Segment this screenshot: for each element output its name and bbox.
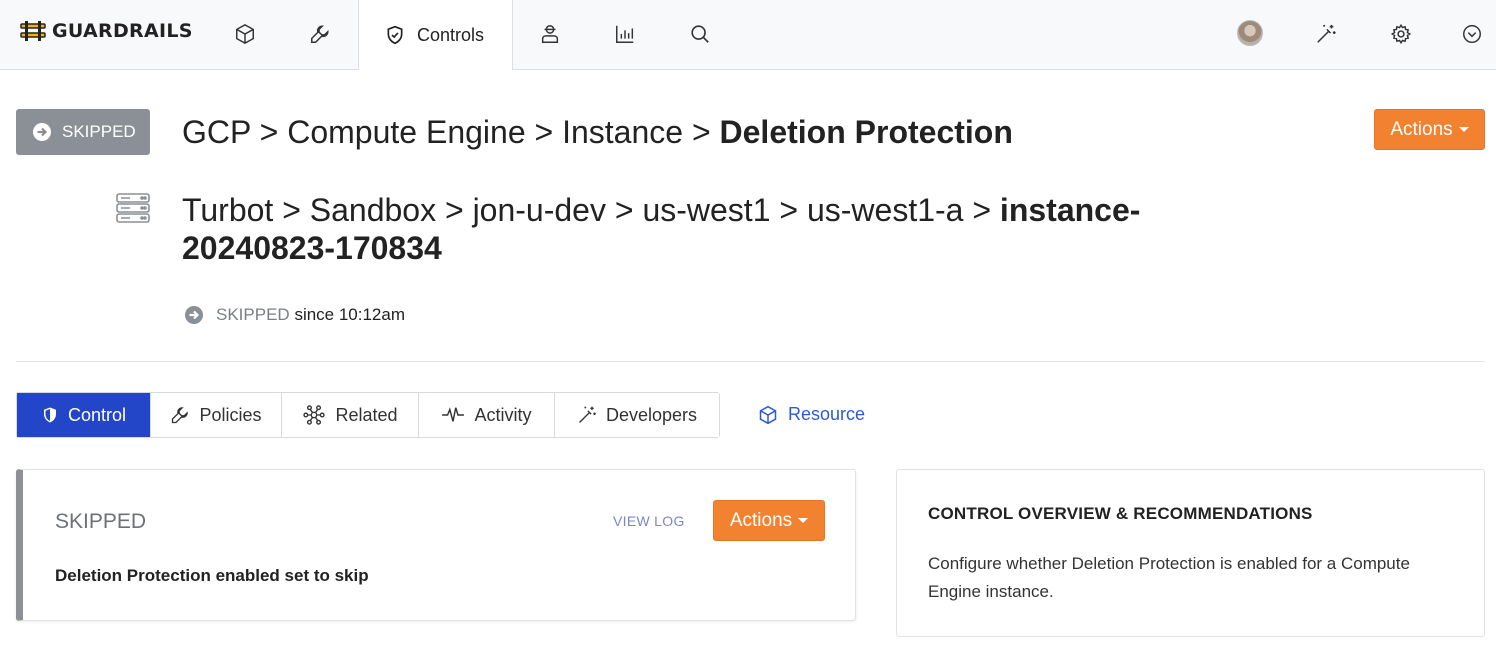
tab-activity[interactable]: Activity (419, 393, 555, 437)
tab-related[interactable]: Related (282, 393, 419, 437)
guardrails-logo[interactable]: GUARDRAILS (20, 20, 193, 42)
tab-developers-label: Developers (605, 404, 698, 425)
card-actions-button-label: Actions (729, 509, 793, 531)
arrow-circle-right-icon (33, 123, 51, 141)
nav-tab-controls[interactable]: Controls (358, 0, 513, 70)
reports-chart-icon[interactable] (613, 22, 637, 46)
server-icon (116, 193, 150, 228)
page-title: GCP > Compute Engine > Instance > Deleti… (182, 114, 1013, 151)
tab-policies[interactable]: Policies (151, 393, 282, 437)
magic-wand-icon[interactable] (1314, 22, 1338, 46)
nav-tab-controls-label: Controls (417, 24, 485, 45)
page-title-control: Deletion Protection (719, 114, 1013, 150)
caret-down-icon (798, 518, 809, 523)
detail-tabs: Control Policies Related Activity Develo… (16, 392, 720, 438)
guardrails-logo-icon (20, 21, 46, 41)
page-title-path: GCP > Compute Engine > Instance > (182, 114, 720, 150)
shield-icon (43, 407, 56, 423)
tab-control[interactable]: Control (17, 393, 151, 437)
state-since: SKIPPED since 10:12am (184, 305, 405, 325)
control-state: SKIPPED (55, 510, 147, 533)
gear-icon[interactable] (1389, 22, 1413, 46)
status-badge-label: SKIPPED (62, 122, 136, 141)
magic-wand-icon (578, 406, 596, 423)
actions-button-label: Actions (1390, 118, 1453, 140)
tab-policies-label: Policies (199, 404, 262, 425)
resources-cube-icon[interactable] (233, 22, 257, 46)
control-reason: Deletion Protection enabled set to skip (55, 566, 369, 585)
controls-shield-icon (387, 25, 403, 45)
control-overview-card: CONTROL OVERVIEW & RECOMMENDATIONS Confi… (896, 469, 1485, 637)
state-label: SKIPPED (216, 305, 290, 324)
actors-user-icon[interactable] (538, 22, 562, 46)
resource-breadcrumb-path[interactable]: Turbot > Sandbox > jon-u-dev > us-west1 … (182, 192, 1000, 228)
wrench-icon (172, 407, 189, 424)
tab-control-label: Control (67, 404, 127, 425)
view-log-link[interactable]: VIEW LOG (613, 513, 685, 529)
policies-wrench-icon[interactable] (308, 22, 332, 46)
resource-link-label[interactable]: Resource (788, 404, 865, 425)
state-since-time: since 10:12am (294, 305, 406, 324)
status-badge: SKIPPED (16, 109, 150, 155)
caret-down-icon (1458, 127, 1469, 132)
overview-title: CONTROL OVERVIEW & RECOMMENDATIONS (928, 504, 1313, 523)
divider (16, 361, 1485, 362)
top-navigation: GUARDRAILS Controls (0, 0, 1496, 70)
search-icon[interactable] (688, 22, 712, 46)
resource-link[interactable]: Resource (758, 404, 865, 425)
tab-activity-label: Activity (474, 404, 532, 425)
tab-developers[interactable]: Developers (555, 393, 719, 437)
tab-related-label: Related (335, 404, 398, 425)
control-state-card: SKIPPED VIEW LOG Actions Deletion Protec… (16, 469, 856, 621)
cube-icon (759, 405, 777, 424)
overview-description: Configure whether Deletion Protection is… (928, 554, 1410, 601)
arrow-circle-right-icon (185, 306, 203, 324)
card-actions-button[interactable]: Actions (713, 500, 825, 541)
pulse-icon (442, 407, 465, 422)
resource-breadcrumb[interactable]: Turbot > Sandbox > jon-u-dev > us-west1 … (182, 191, 1242, 267)
brand-name: GUARDRAILS (52, 20, 193, 42)
chevron-down-icon[interactable] (1460, 22, 1484, 46)
actions-button[interactable]: Actions (1374, 109, 1485, 150)
avatar[interactable] (1237, 20, 1263, 46)
network-icon (303, 405, 326, 425)
